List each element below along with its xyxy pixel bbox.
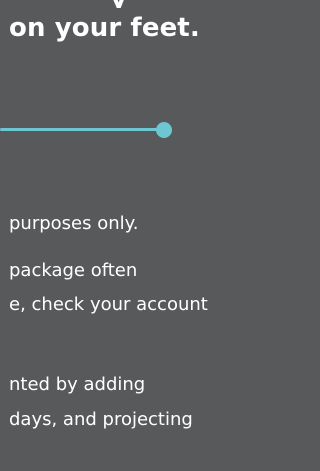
disclaimer-text-1: purposes only. (9, 213, 139, 234)
progress-knob (156, 122, 172, 138)
info-panel: y on your feet. purposes only. package o… (0, 0, 257, 471)
page-title: on your feet. (9, 13, 200, 43)
disclaimer-text-2a: package often (9, 260, 138, 281)
disclaimer-text-3b: days, and projecting (9, 409, 193, 430)
clipped-heading-line: y (10, 0, 255, 8)
disclaimer-text-2b: e, check your account (9, 294, 208, 315)
progress-bar (0, 128, 164, 131)
disclaimer-text-3a: nted by adding (9, 374, 146, 395)
